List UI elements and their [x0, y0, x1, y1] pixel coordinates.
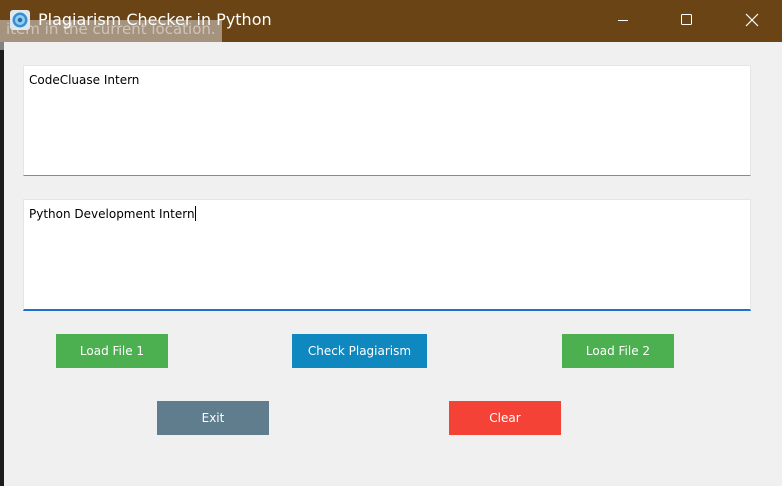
text-cursor [194, 206, 196, 221]
maximize-button[interactable] [663, 0, 709, 40]
minimize-icon [618, 20, 628, 21]
minimize-button[interactable] [600, 0, 646, 40]
window-title: Plagiarism Checker in Python [38, 10, 272, 29]
text-input-2-value: Python Development Intern [29, 207, 195, 221]
maximize-icon [681, 14, 692, 25]
clear-button[interactable]: Clear [449, 401, 561, 435]
exit-button[interactable]: Exit [157, 401, 269, 435]
load-file-2-button[interactable]: Load File 2 [562, 334, 674, 368]
text-input-1-value: CodeCluase Intern [29, 73, 140, 87]
text-input-2[interactable]: Python Development Intern [23, 199, 751, 311]
python-idle-icon [10, 10, 30, 30]
app-window: item in the current location. Plagiarism… [0, 0, 782, 486]
close-button[interactable] [729, 0, 775, 40]
title-bar[interactable]: item in the current location. Plagiarism… [0, 0, 782, 50]
load-file-1-button[interactable]: Load File 1 [56, 334, 168, 368]
main-panel: CodeCluase Intern Python Development Int… [4, 42, 782, 486]
text-input-1[interactable]: CodeCluase Intern [23, 65, 751, 176]
close-icon [745, 13, 759, 27]
check-plagiarism-button[interactable]: Check Plagiarism [292, 334, 427, 368]
